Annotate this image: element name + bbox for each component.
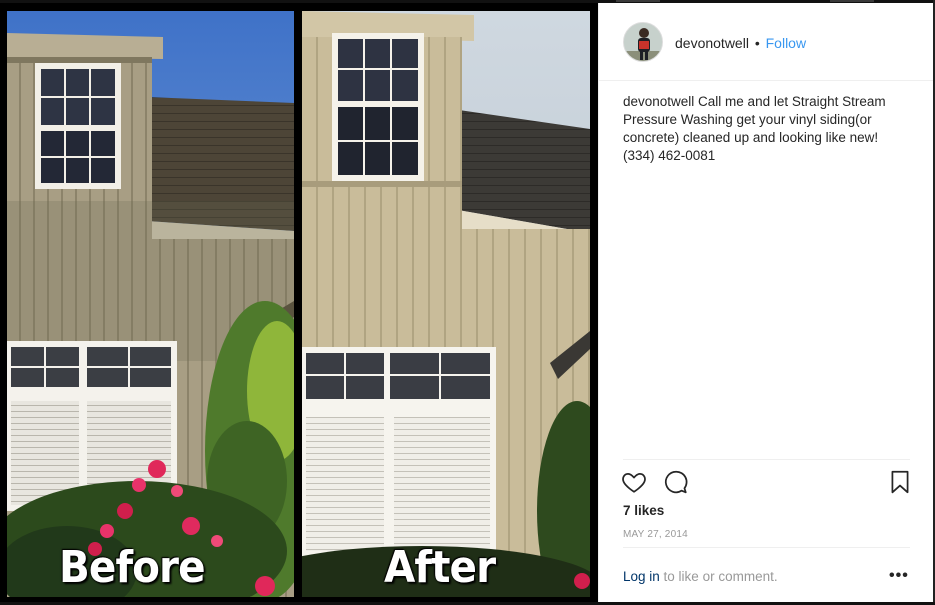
action-bar <box>621 469 913 497</box>
username-row: devonotwell • Follow <box>675 35 806 51</box>
login-prompt: Log in to like or comment. <box>623 569 778 584</box>
divider <box>623 459 910 460</box>
likes-count[interactable]: 7 likes <box>623 503 664 518</box>
separator-dot: • <box>754 35 760 51</box>
avatar[interactable] <box>623 22 663 62</box>
login-prompt-text: to like or comment. <box>659 569 778 584</box>
caption-username[interactable]: devonotwell <box>623 94 694 109</box>
bookmark-icon[interactable] <box>887 469 913 495</box>
username-link[interactable]: devonotwell <box>675 35 749 51</box>
top-edge-mark <box>616 0 660 2</box>
before-photo: Before <box>7 11 294 597</box>
after-label: After <box>384 542 496 593</box>
post-image[interactable]: Before After <box>0 3 598 602</box>
divider <box>623 547 910 548</box>
post-date: MAY 27, 2014 <box>623 529 688 540</box>
login-link[interactable]: Log in <box>623 569 660 584</box>
top-edge-mark <box>830 0 874 2</box>
heart-icon[interactable] <box>621 469 647 495</box>
post-header: devonotwell • Follow <box>599 3 934 81</box>
avatar-image <box>624 23 662 61</box>
after-house-illustration <box>302 11 590 597</box>
after-photo: After <box>302 11 590 597</box>
follow-button[interactable]: Follow <box>766 35 806 51</box>
before-label: Before <box>59 542 206 593</box>
more-options-icon[interactable]: ••• <box>889 567 909 585</box>
comment-icon[interactable] <box>663 469 689 495</box>
before-house-illustration <box>7 11 294 597</box>
post-sidebar: devonotwell • Follow devonotwell Call me… <box>598 3 934 602</box>
post-caption: devonotwell Call me and let Straight Str… <box>623 93 913 165</box>
